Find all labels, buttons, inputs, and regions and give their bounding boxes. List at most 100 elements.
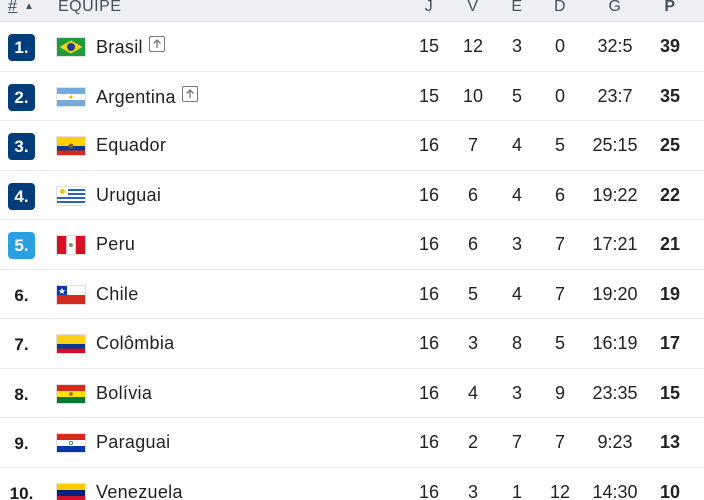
table-row[interactable]: 4. Uruguai 16 6 4 6 19:22 22 [0,171,704,220]
goals-column-header[interactable]: G [595,0,635,16]
played-cell: 16 [418,283,440,304]
goals-cell: 16:19 [592,333,638,353]
goals-cell: 19:20 [592,283,638,304]
table-row[interactable]: 1. Brasil 15 12 3 0 32:5 39 [0,22,704,72]
losses-cell: 7 [554,283,565,304]
rank-badge: 8. [14,384,29,404]
team-name[interactable]: Colômbia [96,333,174,354]
losses-cell: 12 [549,481,571,500]
losses-cell: 0 [554,85,565,106]
team-name-label: Paraguai [96,432,171,452]
wins-cell: 12 [462,36,484,56]
table-row[interactable]: 9. Paraguai 16 2 7 7 9:23 13 [0,418,704,468]
team-name-label: Bolívia [96,382,153,403]
points-cell: 17 [659,333,681,353]
team-column-header[interactable]: EQUIPE [58,0,121,16]
wins-cell: 3 [467,481,478,500]
team-name[interactable]: Uruguai [96,185,161,206]
draws-cell: 5 [511,85,522,106]
team-name-label: Venezuela [96,481,183,500]
team-name[interactable]: Chile [96,284,139,305]
rank-badge: 7. [14,335,29,354]
team-name[interactable]: Equador [96,135,166,156]
losses-cell: 7 [554,432,565,452]
draws-cell: 8 [511,333,522,353]
venezuela-flag-icon [57,483,85,500]
table-row[interactable]: 3. Equador 16 7 4 5 25:15 25 [0,121,704,171]
team-name[interactable]: Brasil [96,36,165,58]
goals-cell: 9:23 [597,432,633,452]
team-name-label: Equador [96,135,167,155]
team-name[interactable]: Peru [96,234,135,255]
points-cell: 39 [659,36,681,56]
wins-column-header[interactable]: V [453,0,493,16]
points-cell: 13 [659,432,681,452]
wins-cell: 5 [467,283,478,304]
table-row[interactable]: 10. Venezuela 16 3 1 12 14:30 10 [0,468,704,500]
team-name-label: Peru [96,234,136,254]
table-row[interactable]: 5. Peru 16 6 3 7 17:21 21 [0,220,704,270]
argentina-flag-icon [57,87,85,106]
rank-badge: 2. [8,83,35,111]
points-cell: 19 [659,283,681,304]
promoted-arrow-icon [148,36,165,52]
uruguay-flag-icon [57,186,85,205]
goals-cell: 23:35 [592,382,638,403]
chile-flag-icon [57,285,85,304]
rank-column-header[interactable]: # [8,0,17,16]
rank-badge: 4. [8,182,35,210]
table-row[interactable]: 2. Argentina 15 10 5 0 23:7 35 [0,72,704,121]
colombia-flag-icon [57,335,85,353]
played-cell: 15 [418,36,440,56]
team-name[interactable]: Bolívia [96,383,152,404]
losses-column-header[interactable]: D [540,0,580,16]
losses-cell: 6 [554,184,565,205]
goals-cell: 25:15 [592,135,638,155]
played-column-header[interactable]: J [409,0,449,16]
standings-table: # ▲ EQUIPE J V E D G P 1. Brasil 15 12 3 0 32:… [0,0,704,500]
table-row[interactable]: 8. Bolívia 16 4 3 9 23:35 15 [0,369,704,418]
wins-cell: 4 [467,382,478,403]
team-name-label: Brasil [96,37,143,57]
wins-cell: 6 [467,184,478,205]
goals-cell: 14:30 [592,481,638,500]
team-name[interactable]: Argentina [96,85,198,108]
points-cell: 22 [659,184,681,205]
sort-ascending-icon[interactable]: ▲ [24,1,34,12]
team-name[interactable]: Paraguai [96,432,170,453]
rank-badge: 10. [9,483,34,500]
ecuador-flag-icon [57,137,85,155]
points-cell: 10 [659,481,681,500]
team-name-label: Colômbia [96,333,175,353]
team-name-label: Uruguai [96,184,162,205]
draws-cell: 3 [511,36,522,56]
bolivia-flag-icon [57,384,85,403]
draws-cell: 4 [511,135,522,155]
peru-flag-icon [57,236,85,254]
table-row[interactable]: 6. Chile 16 5 4 7 19:20 19 [0,270,704,319]
played-cell: 16 [418,481,440,500]
table-row[interactable]: 7. Colômbia 16 3 8 5 16:19 17 [0,319,704,369]
wins-cell: 10 [462,85,484,106]
played-cell: 16 [418,333,440,353]
played-cell: 16 [418,382,440,403]
played-cell: 16 [418,184,440,205]
points-cell: 21 [659,234,681,254]
losses-cell: 7 [554,234,565,254]
draws-column-header[interactable]: E [497,0,537,16]
rank-badge: 9. [14,434,29,453]
points-column-header[interactable]: P [650,0,690,16]
goals-cell: 32:5 [597,36,633,56]
points-cell: 25 [659,135,681,155]
goals-cell: 23:7 [597,85,633,106]
goals-cell: 19:22 [592,184,638,205]
wins-cell: 2 [467,432,478,452]
wins-cell: 6 [467,234,478,254]
team-name[interactable]: Venezuela [96,482,183,500]
promoted-arrow-icon [181,85,198,102]
losses-cell: 0 [554,36,565,56]
paraguay-flag-icon [57,434,85,452]
goals-cell: 17:21 [592,234,638,254]
rank-badge: 6. [14,285,29,305]
team-name-label: Chile [96,283,139,304]
